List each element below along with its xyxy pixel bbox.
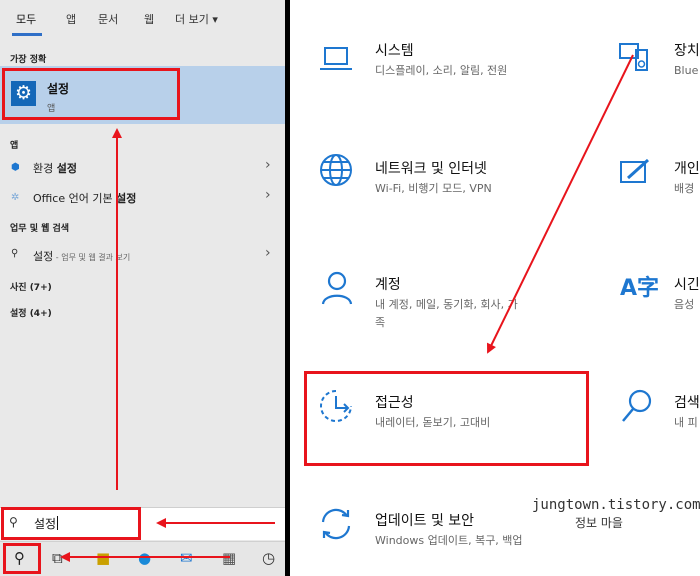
arrow-to-ease-of-access	[487, 54, 634, 354]
annotation-arrows	[60, 54, 634, 562]
